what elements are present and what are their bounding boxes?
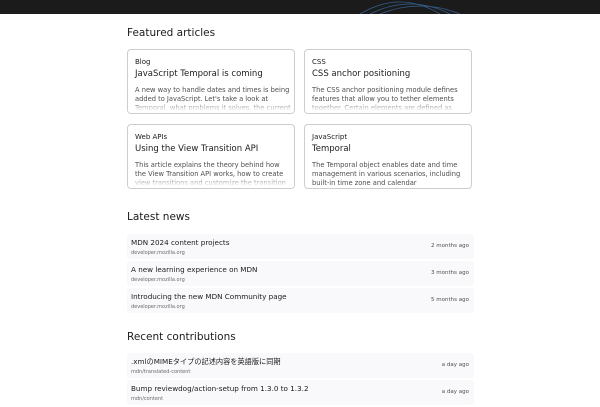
card-fade: [128, 176, 294, 188]
news-source: developer.mozilla.org: [131, 277, 185, 283]
featured-card-css-anchor[interactable]: CSS CSS anchor positioning The CSS ancho…: [304, 49, 472, 114]
latest-news-heading: Latest news: [127, 211, 190, 223]
card-fade: [305, 101, 471, 113]
recent-contributions-heading: Recent contributions: [127, 331, 236, 343]
news-item[interactable]: Introducing the new MDN Community page d…: [127, 288, 474, 313]
hero-decoration: [359, 1, 461, 14]
card-category: CSS: [312, 58, 326, 66]
contribution-date: a day ago: [441, 389, 469, 395]
card-title[interactable]: CSS anchor positioning: [312, 69, 410, 79]
news-source: developer.mozilla.org: [131, 250, 185, 256]
featured-card-view-transition[interactable]: Web APIs Using the View Transition API T…: [127, 124, 295, 189]
news-source: developer.mozilla.org: [131, 304, 185, 310]
news-date: 2 months ago: [431, 243, 469, 249]
news-title[interactable]: A new learning experience on MDN: [131, 265, 257, 274]
contribution-repo[interactable]: mdn/translated-content: [131, 369, 190, 375]
card-title[interactable]: Using the View Transition API: [135, 144, 258, 154]
card-category: Blog: [135, 58, 151, 66]
contribution-date: a day ago: [441, 362, 469, 368]
contribution-repo[interactable]: mdn/content: [131, 396, 163, 402]
contribution-title[interactable]: .xmlのMIMEタイプの記述内容を英語版に同期: [131, 357, 281, 367]
card-fade: [128, 101, 294, 113]
card-category: Web APIs: [135, 133, 168, 141]
news-list: MDN 2024 content projects developer.mozi…: [127, 234, 474, 315]
card-title[interactable]: JavaScript Temporal is coming: [135, 69, 263, 79]
contribution-item[interactable]: Bump reviewdog/action-setup from 1.3.0 t…: [127, 380, 474, 405]
featured-articles-heading: Featured articles: [127, 27, 216, 39]
contributions-list: .xmlのMIMEタイプの記述内容を英語版に同期 mdn/translated-…: [127, 353, 474, 407]
news-title[interactable]: MDN 2024 content projects: [131, 238, 229, 247]
contribution-title[interactable]: Bump reviewdog/action-setup from 1.3.0 t…: [131, 384, 309, 393]
news-date: 5 months ago: [431, 297, 469, 303]
news-item[interactable]: MDN 2024 content projects developer.mozi…: [127, 234, 474, 259]
card-category: JavaScript: [312, 133, 348, 141]
news-title[interactable]: Introducing the new MDN Community page: [131, 292, 287, 301]
hero-banner: [0, 0, 600, 14]
contribution-item[interactable]: .xmlのMIMEタイプの記述内容を英語版に同期 mdn/translated-…: [127, 353, 474, 378]
featured-card-temporal-ref[interactable]: JavaScript Temporal The Temporal object …: [304, 124, 472, 189]
news-date: 3 months ago: [431, 270, 469, 276]
card-title[interactable]: Temporal: [312, 144, 351, 154]
news-item[interactable]: A new learning experience on MDN develop…: [127, 261, 474, 286]
card-description: The Temporal object enables date and tim…: [312, 161, 461, 187]
featured-card-temporal-blog[interactable]: Blog JavaScript Temporal is coming A new…: [127, 49, 295, 114]
